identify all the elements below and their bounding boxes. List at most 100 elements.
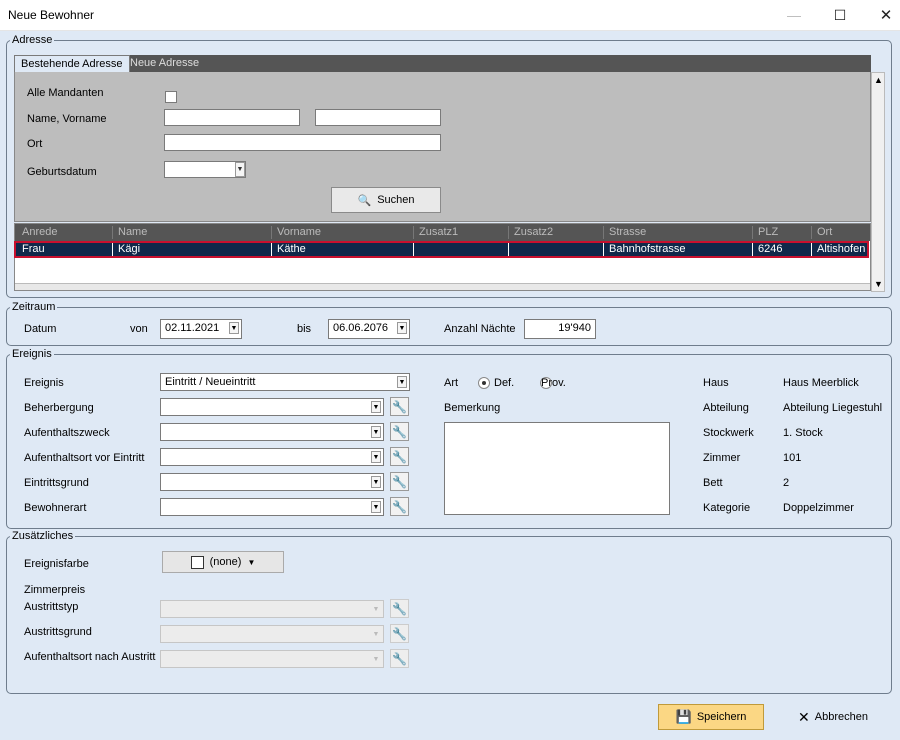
scroll-up-icon[interactable]: ▲ [874, 75, 883, 85]
def-label: Def. [494, 377, 515, 389]
ereignis-label: Ereignis [24, 377, 64, 389]
anzahl-naechte-label: Anzahl Nächte [444, 323, 516, 335]
zeitraum-legend: Zeitraum [12, 301, 56, 313]
austrittsgrund-label: Austrittsgrund [24, 626, 92, 638]
ort-input[interactable] [164, 134, 441, 151]
aufenthaltsort-nach-wrench-icon[interactable]: 🔧 [390, 649, 409, 668]
cell-vorname: Käthe [271, 243, 414, 256]
zusaetzliches-legend: Zusätzliches [12, 530, 74, 542]
ereignisfarbe-value: (none) [209, 556, 242, 568]
beherbergung-wrench-icon[interactable]: 🔧 [390, 397, 409, 416]
aufenthaltsort-nach-dropdown[interactable]: ▼ [160, 650, 384, 668]
column-header-name[interactable]: Name [112, 226, 272, 239]
anzahl-naechte-field[interactable]: 19'940 [524, 319, 596, 339]
zusaetzliches-group: Zusätzliches [6, 530, 892, 694]
maximize-button[interactable]: ☐ [817, 0, 863, 30]
cell-plz: 6246 [752, 243, 812, 256]
aufenthaltsort-vor-dropdown[interactable]: ▼ [160, 448, 384, 466]
column-header-plz[interactable]: PLZ [752, 226, 812, 239]
column-header-zusatz1[interactable]: Zusatz1 [413, 226, 509, 239]
ereignis-legend: Ereignis [12, 348, 52, 360]
eintrittsgrund-wrench-icon[interactable]: 🔧 [390, 472, 409, 491]
chevron-down-icon: ▼ [371, 501, 381, 513]
column-header-vorname[interactable]: Vorname [271, 226, 414, 239]
austrittstyp-dropdown[interactable]: ▼ [160, 600, 384, 618]
minimize-button[interactable]: — [771, 0, 817, 30]
scroll-down-icon[interactable]: ▼ [874, 279, 883, 289]
zimmer-label: Zimmer [703, 452, 741, 464]
bis-label: bis [297, 323, 312, 335]
tab-neue-adresse[interactable]: Neue Adresse [124, 55, 205, 72]
column-header-strasse[interactable]: Strasse [603, 226, 753, 239]
bis-date-picker[interactable]: 06.06.2076 ▼ [328, 319, 410, 339]
aufenthaltszweck-wrench-icon[interactable]: 🔧 [390, 422, 409, 441]
kategorie-label: Kategorie [703, 502, 751, 514]
austrittsgrund-dropdown[interactable]: ▼ [160, 625, 384, 643]
grid-header: Anrede Name Vorname Zusatz1 Zusatz2 Stra… [15, 224, 870, 241]
suchen-button[interactable]: 🔍 Suchen [331, 187, 441, 213]
eintrittsgrund-dropdown[interactable]: ▼ [160, 473, 384, 491]
cell-ort: Altishofen [811, 243, 869, 256]
adresse-legend: Adresse [12, 34, 53, 46]
von-value: 02.11.2021 [165, 322, 220, 334]
column-header-anrede[interactable]: Anrede [17, 226, 113, 239]
bemerkung-textarea[interactable] [444, 422, 670, 515]
austrittstyp-wrench-icon[interactable]: 🔧 [390, 599, 409, 618]
aufenthaltszweck-dropdown[interactable]: ▼ [160, 423, 384, 441]
speichern-label: Speichern [696, 711, 747, 723]
name-input[interactable] [164, 109, 300, 126]
zimmer-value: 101 [783, 452, 802, 464]
eintrittsgrund-label: Eintrittsgrund [24, 477, 89, 489]
table-row[interactable]: Frau Kägi Käthe Bahnhofstrasse 6246 Alti… [14, 241, 869, 258]
column-header-zusatz2[interactable]: Zusatz2 [508, 226, 604, 239]
geburtsdatum-picker[interactable]: ▼ [164, 161, 246, 178]
haus-value: Haus Meerblick [783, 377, 859, 389]
chevron-down-icon: ▼ [372, 655, 380, 663]
austrittsgrund-wrench-icon[interactable]: 🔧 [390, 624, 409, 643]
column-header-ort[interactable]: Ort [811, 226, 869, 239]
color-swatch-icon [190, 555, 204, 569]
ort-label: Ort [27, 138, 43, 150]
vertical-scrollbar[interactable]: ▲ ▼ [871, 72, 885, 292]
aufenthaltszweck-label: Aufenthaltszweck [24, 427, 110, 439]
stockwerk-label: Stockwerk [703, 427, 754, 439]
kategorie-value: Doppelzimmer [783, 502, 854, 514]
art-label: Art [444, 377, 459, 389]
ereignisfarbe-picker[interactable]: (none) ▼ [162, 551, 284, 573]
close-icon: ✕ [798, 708, 810, 725]
bewohnerart-dropdown[interactable]: ▼ [160, 498, 384, 516]
abteilung-label: Abteilung [703, 402, 749, 414]
abbrechen-button[interactable]: ✕ Abbrechen [786, 704, 880, 730]
stockwerk-value: 1. Stock [783, 427, 823, 439]
vorname-input[interactable] [315, 109, 441, 126]
von-date-picker[interactable]: 02.11.2021 ▼ [160, 319, 242, 339]
aufenthaltsort-vor-label: Aufenthaltsort vor Eintritt [24, 452, 145, 464]
chevron-down-icon: ▼ [372, 605, 380, 613]
tab-bestehende-adresse[interactable]: Bestehende Adresse [14, 55, 130, 72]
geburtsdatum-label: Geburtsdatum [27, 166, 97, 178]
chevron-down-icon: ▼ [397, 376, 407, 388]
von-label: von [130, 323, 148, 335]
speichern-button[interactable]: 💾 Speichern [658, 704, 764, 730]
beherbergung-dropdown[interactable]: ▼ [160, 398, 384, 416]
cell-anrede: Frau [22, 243, 45, 255]
bemerkung-label: Bemerkung [444, 402, 501, 414]
horizontal-scrollbar[interactable] [15, 283, 870, 290]
chevron-down-icon: ▼ [372, 630, 380, 638]
chevron-down-icon: ▼ [235, 162, 245, 177]
bewohnerart-wrench-icon[interactable]: 🔧 [390, 497, 409, 516]
close-button[interactable]: ✕ [863, 0, 900, 30]
chevron-down-icon: ▼ [371, 401, 381, 413]
zimmerpreis-label: Zimmerpreis [24, 584, 86, 596]
ereignis-value: Eintritt / Neueintritt [165, 376, 256, 388]
ereignis-dropdown[interactable]: Eintritt / Neueintritt ▼ [160, 373, 410, 391]
search-person-icon: 🔍 [357, 194, 372, 207]
aufenthaltsort-vor-wrench-icon[interactable]: 🔧 [390, 447, 409, 466]
alle-mandanten-checkbox[interactable] [165, 91, 177, 103]
bett-label: Bett [703, 477, 723, 489]
adresse-tabs: Bestehende Adresse Neue Adresse [14, 55, 871, 72]
ereignisfarbe-label: Ereignisfarbe [24, 558, 89, 570]
def-radio[interactable] [478, 377, 490, 389]
cell-zusatz2 [508, 243, 604, 256]
cell-strasse: Bahnhofstrasse [603, 243, 753, 256]
